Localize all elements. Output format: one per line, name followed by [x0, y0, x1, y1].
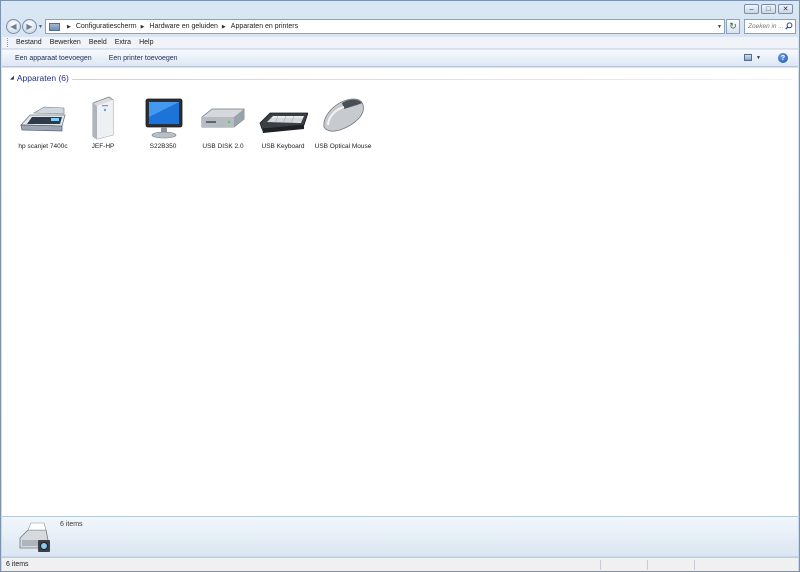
details-pane: 6 items	[2, 516, 798, 556]
device-label: USB Keyboard	[261, 143, 305, 150]
group-header[interactable]: ◢ Apparaten (6)	[10, 73, 69, 83]
view-icon	[744, 54, 753, 61]
group-divider	[72, 79, 792, 80]
device-label: JEF-HP	[91, 143, 115, 150]
explorer-window: – □ ✕ ◀ ▶ ▼ ▶ Configuratiescherm ▶ Hardw…	[0, 0, 800, 572]
address-bar[interactable]: ▶ Configuratiescherm ▶ Hardware en gelui…	[45, 19, 725, 34]
menu-bar: Bestand Bewerken Beeld Extra Help	[2, 37, 798, 49]
navigation-bar: ◀ ▶ ▼ ▶ Configuratiescherm ▶ Hardware en…	[6, 18, 796, 35]
menu-help[interactable]: Help	[139, 39, 153, 46]
chevron-down-icon[interactable]: ▼	[756, 55, 761, 61]
breadcrumb-apparaten-en-printers[interactable]: Apparaten en printers	[231, 23, 298, 30]
menu-bewerken[interactable]: Bewerken	[50, 39, 81, 46]
close-icon[interactable]: ✕	[778, 4, 793, 14]
scanner-icon	[20, 106, 66, 132]
computer-tower-icon	[92, 96, 114, 140]
refresh-button[interactable]: ↻	[726, 19, 740, 34]
status-divider	[694, 560, 695, 570]
status-divider	[647, 560, 648, 570]
menu-extra[interactable]: Extra	[115, 39, 131, 46]
arrow-left-icon: ◀	[10, 22, 17, 31]
device-item-scanner[interactable]: hp scanjet 7400c	[13, 95, 73, 151]
arrow-right-icon: ▶	[26, 22, 33, 31]
content-pane: ◢ Apparaten (6) hp scanjet 7400c JEF-HP …	[2, 68, 798, 516]
group-title: Apparaten (6)	[16, 73, 69, 83]
help-icon[interactable]: ?	[778, 53, 788, 63]
keyboard-icon	[259, 112, 308, 133]
status-divider	[600, 560, 601, 570]
minimize-icon[interactable]: –	[744, 4, 759, 14]
devices-and-printers-icon	[19, 522, 50, 552]
menu-grip	[7, 38, 10, 47]
device-item-usb-disk[interactable]: USB DISK 2.0	[193, 95, 253, 151]
chevron-right-icon[interactable]: ▶	[67, 24, 71, 30]
collapse-icon[interactable]: ◢	[10, 75, 14, 81]
status-bar: 6 items	[2, 557, 798, 571]
command-bar: Een apparaat toevoegen Een printer toevo…	[2, 50, 798, 67]
search-box[interactable]	[744, 19, 796, 34]
caption-buttons: – □ ✕	[744, 4, 793, 14]
device-item-keyboard[interactable]: USB Keyboard	[253, 95, 313, 151]
search-icon[interactable]	[785, 22, 793, 30]
mouse-icon	[323, 98, 364, 132]
chevron-right-icon[interactable]: ▶	[222, 24, 226, 30]
forward-button[interactable]: ▶	[22, 19, 37, 34]
add-device-button[interactable]: Een apparaat toevoegen	[15, 55, 92, 62]
chevron-right-icon[interactable]: ▶	[141, 24, 145, 30]
device-item-mouse[interactable]: USB Optical Mouse	[313, 95, 373, 151]
search-input[interactable]	[748, 23, 786, 30]
maximize-icon[interactable]: □	[761, 4, 776, 14]
breadcrumb-configuratiescherm[interactable]: Configuratiescherm	[76, 23, 137, 30]
device-list: hp scanjet 7400c JEF-HP S22B350 USB DISK…	[13, 95, 373, 151]
device-label: S22B350	[149, 143, 177, 150]
address-dropdown-icon[interactable]: ▼	[717, 24, 722, 30]
status-text: 6 items	[6, 561, 29, 568]
device-item-computer[interactable]: JEF-HP	[73, 95, 133, 151]
add-printer-button[interactable]: Een printer toevoegen	[109, 55, 178, 62]
menu-bestand[interactable]: Bestand	[16, 39, 42, 46]
back-button[interactable]: ◀	[6, 19, 21, 34]
breadcrumb-hardware-en-geluiden[interactable]: Hardware en geluiden	[149, 23, 218, 30]
menu-beeld[interactable]: Beeld	[89, 39, 107, 46]
recent-pages-dropdown[interactable]: ▼	[38, 24, 43, 30]
refresh-icon: ↻	[729, 21, 737, 31]
device-label: hp scanjet 7400c	[18, 143, 68, 150]
device-item-monitor[interactable]: S22B350	[133, 95, 193, 151]
control-panel-icon	[49, 22, 60, 31]
item-count: 6 items	[60, 521, 83, 528]
monitor-icon	[145, 98, 183, 139]
usb-drive-icon	[201, 108, 245, 128]
device-label: USB Optical Mouse	[314, 143, 372, 150]
device-label: USB DISK 2.0	[202, 143, 244, 150]
change-view-button[interactable]: ▼	[744, 54, 761, 61]
